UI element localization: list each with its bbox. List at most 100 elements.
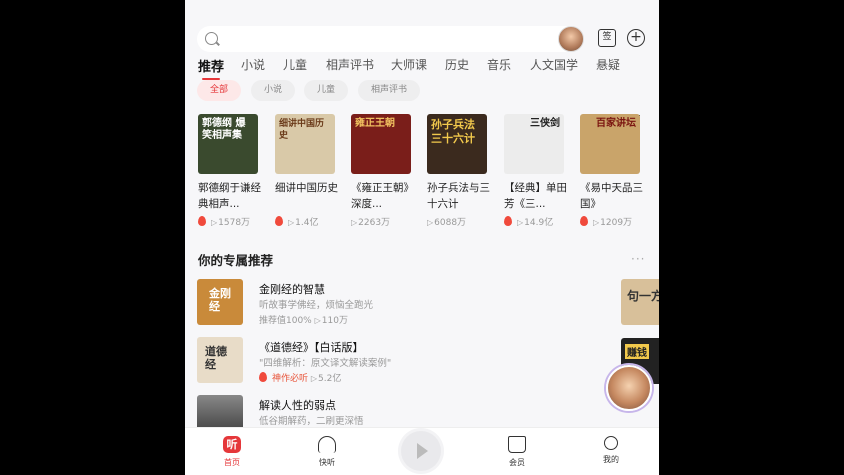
book-plays: ▷1578万 xyxy=(198,215,266,228)
tab-recommend[interactable]: 推荐 xyxy=(198,56,224,80)
chip-children[interactable]: 儿童 xyxy=(304,80,348,101)
tab-mystery[interactable]: 悬疑 xyxy=(596,56,620,73)
more-icon[interactable]: ··· xyxy=(631,252,645,266)
play-count-icon: ▷ xyxy=(517,218,524,227)
play-count: 110万 xyxy=(321,316,348,326)
hot-icon xyxy=(580,216,588,226)
tab-crosstalk[interactable]: 相声评书 xyxy=(326,56,374,73)
book-plays: ▷2263万 xyxy=(351,215,419,228)
play-count-icon: ▷ xyxy=(593,218,600,227)
nav-vip[interactable]: 会员 xyxy=(487,428,547,475)
book-title: 孙子兵法与三十六计 xyxy=(427,182,490,210)
search-icon xyxy=(205,32,218,45)
cover-text: 道德经 xyxy=(205,345,227,371)
book-plays: ▷1209万 xyxy=(580,215,648,228)
tab-history[interactable]: 历史 xyxy=(445,56,469,73)
play-count-icon: ▷ xyxy=(427,218,434,227)
side-cover[interactable]: 句一方 xyxy=(621,279,659,325)
book-card[interactable]: 郭德纲 爆笑相声集 郭德纲于谦经典相声... ▷1578万 xyxy=(198,114,266,228)
list-desc: 听故事学佛经，烦恼全跑光 xyxy=(259,300,374,311)
list-cover: 道德经 xyxy=(197,337,243,383)
hot-tag: 神作必听 xyxy=(272,374,309,384)
app-screen: 签 + 推荐 小说 儿童 相声评书 大师课 历史 音乐 人文国学 悬疑 全部 小… xyxy=(185,0,659,475)
list-desc: 低谷期解药，二刷更深悟 xyxy=(259,416,364,427)
sign-in-icon[interactable]: 签 xyxy=(598,29,616,47)
nav-me[interactable]: 我的 xyxy=(581,428,641,475)
book-cover: 郭德纲 爆笑相声集 xyxy=(198,114,258,174)
book-title: 《雍正王朝》深度... xyxy=(351,182,414,210)
list-title: 解读人性的弱点 xyxy=(259,399,336,412)
bottom-nav: 听 首页 快听 会员 我的 xyxy=(185,427,659,475)
cover-text: 百家讲坛 xyxy=(596,118,636,129)
home-icon: 听 xyxy=(223,436,241,453)
nav-label: 快听 xyxy=(319,458,335,467)
tab-novel[interactable]: 小说 xyxy=(241,56,265,73)
search-bar[interactable] xyxy=(197,26,583,52)
play-count: 6088万 xyxy=(434,218,467,228)
list-desc: "四维解析：原文译文解读案例" xyxy=(259,358,392,369)
play-count: 14.9亿 xyxy=(524,218,554,228)
recommend-score: 推荐值100% xyxy=(259,316,312,326)
book-cover: 百家讲坛 xyxy=(580,114,640,174)
list-meta: 神作必听 ▷5.2亿 xyxy=(259,371,341,384)
tab-culture[interactable]: 人文国学 xyxy=(530,56,578,73)
book-plays: ▷14.9亿 xyxy=(504,215,572,228)
play-count-icon: ▷ xyxy=(351,218,358,227)
tab-music[interactable]: 音乐 xyxy=(487,56,511,73)
cover-text: 郭德纲 爆笑相声集 xyxy=(202,118,246,141)
list-cover: 金刚经 xyxy=(197,279,243,325)
book-title: 细讲中国历史 xyxy=(275,182,338,194)
cover-text: 孙子兵法 三十六计 xyxy=(431,118,475,145)
play-count-icon: ▷ xyxy=(288,218,295,227)
book-card[interactable]: 三侠剑 【经典】单田芳《三... ▷14.9亿 xyxy=(504,114,572,228)
book-cover: 孙子兵法 三十六计 xyxy=(427,114,487,174)
tab-masterclass[interactable]: 大师课 xyxy=(391,56,427,73)
play-count: 2263万 xyxy=(358,218,391,228)
book-cover: 细讲中国历史 xyxy=(275,114,335,174)
book-card[interactable]: 雍正王朝 《雍正王朝》深度... ▷2263万 xyxy=(351,114,419,228)
book-card[interactable]: 百家讲坛 《易中天品三国》 ▷1209万 xyxy=(580,114,648,228)
book-carousel: 郭德纲 爆笑相声集 郭德纲于谦经典相声... ▷1578万 细讲中国历史 细讲中… xyxy=(198,114,659,229)
hot-icon xyxy=(259,372,267,382)
book-plays: ▷6088万 xyxy=(427,215,495,228)
hot-icon xyxy=(504,216,512,226)
user-icon xyxy=(604,436,618,450)
book-cover: 雍正王朝 xyxy=(351,114,411,174)
play-button[interactable] xyxy=(401,431,441,471)
list-item[interactable]: 道德经 《道德经》【白话版】 "四维解析：原文译文解读案例" 神作必听 ▷5.2… xyxy=(197,336,659,388)
cover-text: 三侠剑 xyxy=(530,118,560,129)
book-plays: ▷1.4亿 xyxy=(275,215,343,228)
book-card[interactable]: 孙子兵法 三十六计 孙子兵法与三十六计 ▷6088万 xyxy=(427,114,495,228)
play-count-icon: ▷ xyxy=(211,218,218,227)
book-card[interactable]: 细讲中国历史 细讲中国历史 ▷1.4亿 xyxy=(275,114,343,228)
play-count: 5.2亿 xyxy=(318,374,342,384)
nav-quick-listen[interactable]: 快听 xyxy=(297,428,357,475)
hot-icon xyxy=(275,216,283,226)
avatar[interactable] xyxy=(558,26,584,52)
book-cover: 三侠剑 xyxy=(504,114,564,174)
tab-children[interactable]: 儿童 xyxy=(283,56,307,73)
cover-text: 雍正王朝 xyxy=(355,118,395,129)
cover-text: 句一方 xyxy=(627,289,659,303)
chip-all[interactable]: 全部 xyxy=(197,80,241,101)
nav-home[interactable]: 听 首页 xyxy=(202,428,262,475)
list-item[interactable]: 金刚经 金刚经的智慧 听故事学佛经，烦恼全跑光 推荐值100% ▷110万 句一… xyxy=(197,278,659,330)
list-meta: 推荐值100% ▷110万 xyxy=(259,313,348,326)
book-title: 郭德纲于谦经典相声... xyxy=(198,182,261,210)
play-count: 1209万 xyxy=(600,218,633,228)
nav-label: 会员 xyxy=(509,458,525,467)
cover-text: 赚钱 xyxy=(625,344,649,359)
assistant-avatar[interactable] xyxy=(606,365,652,411)
category-tabs: 推荐 小说 儿童 相声评书 大师课 历史 音乐 人文国学 悬疑 xyxy=(185,56,659,125)
chip-novel[interactable]: 小说 xyxy=(251,80,295,101)
play-count-icon: ▷ xyxy=(310,374,318,383)
list-title: 金刚经的智慧 xyxy=(259,283,325,296)
chip-crosstalk[interactable]: 相声评书 xyxy=(358,80,420,101)
play-count-icon: ▷ xyxy=(314,316,321,325)
add-icon[interactable]: + xyxy=(627,29,645,47)
nav-label: 我的 xyxy=(603,455,619,464)
top-bar: 签 + xyxy=(185,0,659,52)
play-count: 1578万 xyxy=(218,218,251,228)
list-title: 《道德经》【白话版】 xyxy=(259,341,364,354)
book-title: 【经典】单田芳《三... xyxy=(504,182,567,210)
